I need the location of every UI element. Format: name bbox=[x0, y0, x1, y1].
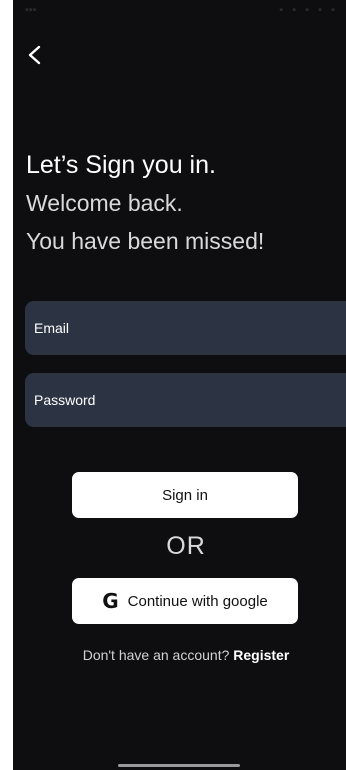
missed-text: You have been missed! bbox=[26, 228, 265, 254]
register-prompt: Don't have an account? Register bbox=[13, 647, 346, 663]
status-time: ▪▪▪ bbox=[25, 4, 37, 16]
password-field[interactable] bbox=[25, 373, 346, 427]
or-divider: OR bbox=[166, 532, 206, 560]
status-bar: ▪▪▪ ▪ ▪ ▪ ▪ ▪ bbox=[13, 0, 346, 22]
email-field[interactable] bbox=[25, 301, 346, 355]
chevron-left-icon bbox=[28, 45, 41, 65]
google-sign-in-button[interactable]: G Continue with google bbox=[72, 578, 298, 624]
status-icons: ▪ ▪ ▪ ▪ ▪ bbox=[279, 4, 338, 16]
register-link[interactable]: Register bbox=[233, 647, 289, 663]
sign-in-label: Sign in bbox=[162, 486, 208, 504]
page-title: Let’s Sign you in. bbox=[26, 151, 216, 179]
welcome-text: Welcome back. bbox=[26, 190, 183, 216]
google-g-icon: G bbox=[102, 589, 119, 613]
back-button[interactable] bbox=[25, 44, 47, 66]
home-indicator[interactable] bbox=[118, 764, 240, 767]
sign-in-button[interactable]: Sign in bbox=[72, 472, 298, 518]
register-prompt-text: Don't have an account? bbox=[82, 647, 230, 663]
google-button-label: Continue with google bbox=[127, 592, 268, 610]
sign-in-screen: ▪▪▪ ▪ ▪ ▪ ▪ ▪ Let’s Sign you in. Welcome… bbox=[13, 0, 346, 770]
